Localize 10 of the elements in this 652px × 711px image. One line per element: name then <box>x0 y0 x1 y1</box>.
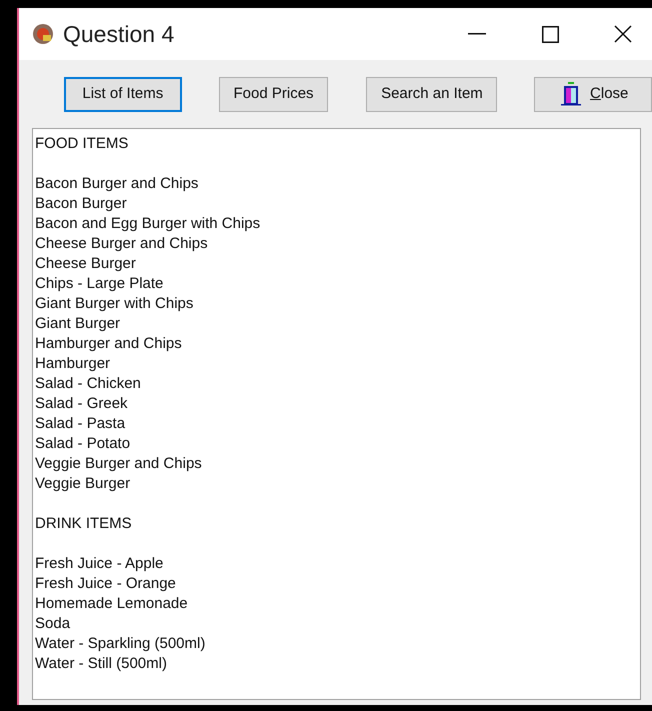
list-text: FOOD ITEMS Bacon Burger and Chips Bacon Burger Bacon and Egg Burger with Chips Cheese Burger and Chips Cheese Burger Chips - Large Plate Giant Burger with Chips Giant Burger Hamburger and Chips Hamburger Salad - Chicken Salad - Greek Salad - Pasta Salad - Potato Veggie Burger and Chips Veggie Burger DRINK ITEMS Fresh Juice - Apple Fresh Juice - Orange Homemade Lemonade Soda Water - Sparkling (500ml) Water - Still (500ml) <box>35 134 262 674</box>
toolbar-button[interactable]: Food Prices <box>218 76 328 112</box>
toolbar-button[interactable]: Close <box>534 76 652 112</box>
toolbar-button[interactable]: List of Items <box>64 76 182 112</box>
app-icon <box>31 22 55 46</box>
toolbar-button[interactable]: Search an Item <box>366 76 498 112</box>
close-icon[interactable] <box>614 25 632 43</box>
maximize-icon[interactable] <box>542 26 559 42</box>
minimize-icon[interactable] <box>468 33 486 35</box>
window-title: Question 4 <box>63 20 174 49</box>
